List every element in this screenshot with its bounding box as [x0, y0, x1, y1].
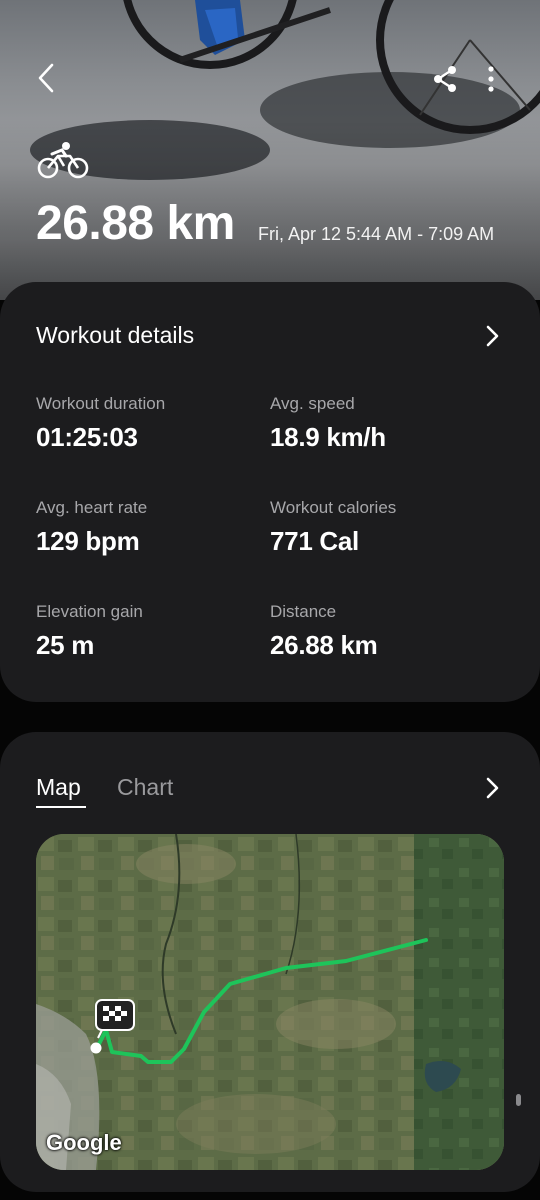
- metric-value: 129 bpm: [36, 526, 140, 556]
- workout-date-range: Fri, Apr 12 5:44 AM - 7:09 AM: [258, 224, 495, 244]
- selected-tab-indicator: [36, 806, 86, 808]
- metric-value: 18.9 km/h: [270, 422, 386, 452]
- metric-workout-duration: Workout duration 01:25:03: [36, 394, 266, 453]
- hero-header: 26.88 km Fri, Apr 12 5:44 AM - 7:09 AM: [0, 0, 540, 300]
- start-point-marker: [90, 1042, 102, 1054]
- metric-distance: Distance 26.88 km: [270, 602, 500, 661]
- metric-label: Elevation gain: [36, 602, 143, 621]
- satellite-map: [36, 834, 504, 1170]
- total-distance: 26.88 km: [36, 197, 235, 250]
- metric-label: Distance: [270, 602, 337, 621]
- workout-details-title[interactable]: Workout details: [36, 322, 194, 349]
- metric-label: Avg. heart rate: [36, 498, 148, 517]
- metric-value: 771 Cal: [270, 526, 359, 556]
- metric-elevation-gain: Elevation gain 25 m: [36, 602, 266, 661]
- workout-details-card: Workout details Workout duration 01:25:0…: [0, 282, 540, 702]
- metric-value: 25 m: [36, 630, 95, 660]
- share-button[interactable]: [428, 62, 462, 96]
- cycling-icon: [37, 142, 89, 179]
- metric-label: Avg. speed: [270, 394, 355, 413]
- tab-chart[interactable]: Chart: [117, 774, 173, 801]
- metric-avg-heart-rate: Avg. heart rate 129 bpm: [36, 498, 266, 557]
- map-provider-logo: Google: [46, 1130, 122, 1155]
- route-card: Map Chart Google: [0, 732, 540, 1192]
- tab-map[interactable]: Map: [36, 774, 81, 801]
- share-icon: [434, 66, 456, 92]
- metric-avg-speed: Avg. speed 18.9 km/h: [270, 394, 500, 453]
- metric-value: 01:25:03: [36, 422, 138, 452]
- more-options-button[interactable]: [478, 62, 504, 96]
- chevron-right-icon: [486, 777, 499, 799]
- metric-label: Workout duration: [36, 394, 166, 413]
- metric-value: 26.88 km: [270, 630, 378, 660]
- metric-workout-calories: Workout calories 771 Cal: [270, 498, 500, 557]
- back-button[interactable]: [30, 60, 66, 96]
- back-arrow-icon: [38, 63, 54, 93]
- route-map[interactable]: Google: [36, 834, 504, 1170]
- workout-details-open-button[interactable]: [478, 320, 506, 352]
- more-vertical-icon: [488, 66, 494, 92]
- scrollbar[interactable]: [516, 1094, 521, 1106]
- chevron-right-icon: [486, 325, 499, 347]
- route-open-button[interactable]: [478, 772, 506, 804]
- metric-label: Workout calories: [270, 498, 397, 517]
